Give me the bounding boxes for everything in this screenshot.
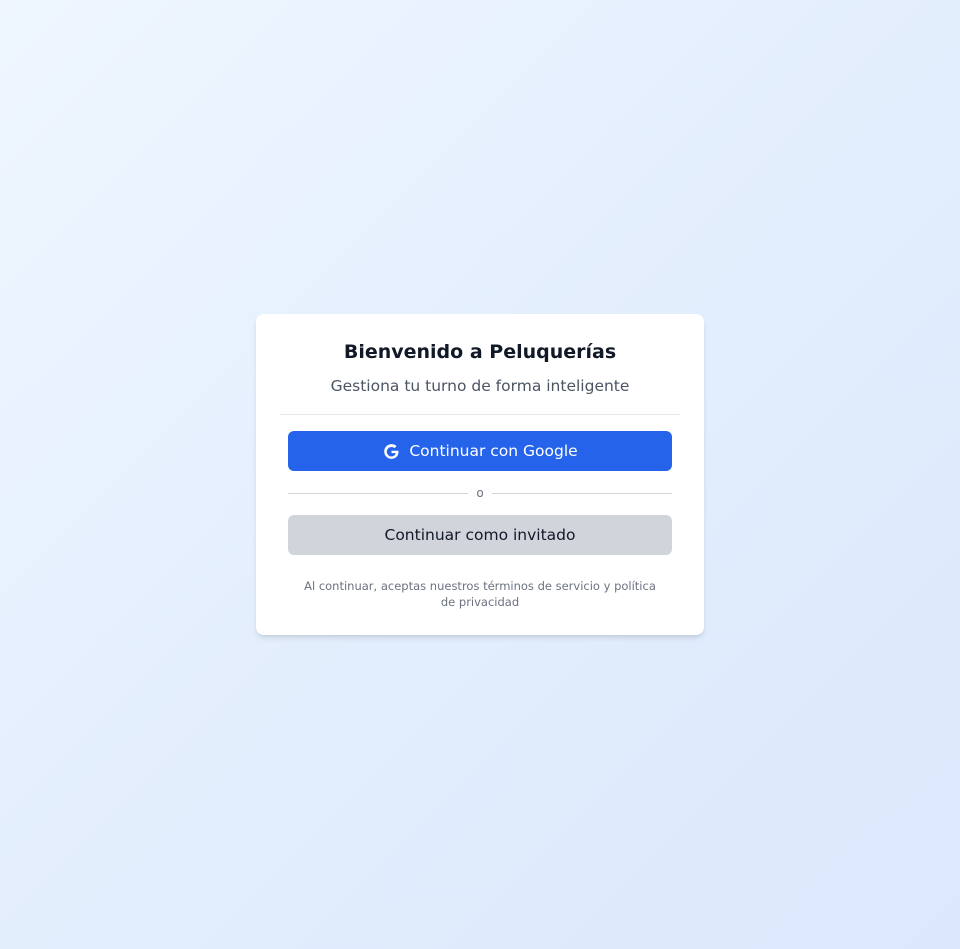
legal-notice: Al continuar, aceptas nuestros términos …	[304, 579, 656, 609]
divider-text: o	[476, 486, 484, 500]
page-title: Bienvenido a Peluquerías	[343, 341, 617, 363]
login-card: Bienvenido a Peluquerías Gestiona tu tur…	[256, 314, 704, 635]
or-divider: o	[288, 484, 672, 502]
page-subtitle: Gestiona tu turno de forma inteligente	[330, 377, 630, 395]
google-g-icon	[382, 442, 401, 461]
guest-login-label: Continuar como invitado	[384, 526, 576, 544]
divider-line-right	[491, 492, 672, 494]
card-header: Bienvenido a Peluquerías Gestiona tu tur…	[280, 314, 680, 415]
google-login-label: Continuar con Google	[409, 442, 578, 460]
divider-line-left	[288, 492, 469, 494]
google-login-button[interactable]: Continuar con Google	[288, 431, 672, 471]
guest-login-button[interactable]: Continuar como invitado	[288, 515, 672, 555]
